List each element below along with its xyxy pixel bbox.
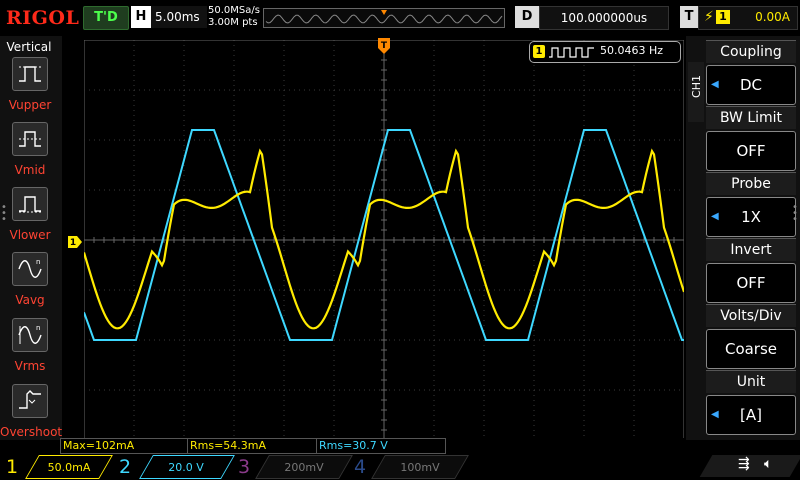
vupper-icon [19, 66, 41, 82]
vrms-label: Vrms [14, 359, 46, 373]
menu-value[interactable]: OFF [706, 263, 796, 303]
overshoot-icon [19, 390, 41, 409]
measurement-max[interactable]: Max=102mA [60, 438, 188, 454]
measurement-rms-ch2[interactable]: Rms=30.7 V [316, 438, 446, 454]
vupper-button[interactable] [12, 57, 48, 91]
select-arrow-icon: ◀ [711, 211, 719, 222]
usb-icon: ⇶ [738, 456, 750, 472]
vlower-label: Vlower [9, 228, 51, 242]
vavg-button[interactable]: n [12, 252, 48, 286]
svg-text:n: n [36, 324, 40, 332]
menu-value[interactable]: OFF [706, 131, 796, 171]
select-arrow-icon: ◀ [711, 79, 719, 90]
vupper-label: Vupper [8, 98, 52, 112]
channel-tab-label: CH1 [690, 75, 703, 98]
overshoot-label: Overshoot [0, 425, 63, 439]
vavg-label: Vavg [15, 293, 45, 307]
memory-depth: 3.00M pts [208, 17, 258, 28]
overshoot-button[interactable] [12, 384, 48, 418]
svg-text:1: 1 [70, 238, 76, 248]
ch3-scale[interactable]: 200mV [268, 459, 340, 477]
ch1-number[interactable]: 1 [6, 455, 18, 479]
right-page-dots: • • • [792, 202, 798, 225]
menu-title: BW Limit [706, 106, 796, 129]
mute-icon[interactable]: 🔈︎ [764, 456, 772, 472]
frequency-counter: 1 50.0463 Hz [529, 41, 681, 63]
vavg-icon: n [18, 258, 42, 278]
svg-text:n: n [36, 258, 40, 266]
delay-value[interactable]: 100.000000us [539, 6, 669, 30]
memory-position-bar[interactable] [263, 8, 505, 28]
trigger-source: 1 [716, 10, 730, 24]
trigger-status-badge: T'D [83, 6, 129, 30]
vlower-button[interactable] [12, 187, 48, 221]
measurement-rms-ch1[interactable]: Rms=54.3mA [187, 438, 317, 454]
counter-channel: 1 [533, 45, 545, 58]
counter-value: 50.0463 Hz [600, 44, 664, 57]
trigger-position-marker[interactable]: T [378, 38, 390, 56]
menu-title: Volts/Div [706, 304, 796, 327]
ch1-scale[interactable]: 50.0mA [36, 459, 102, 477]
ch2-number[interactable]: 2 [119, 455, 131, 479]
vmid-icon [19, 131, 41, 147]
vlower-icon [19, 196, 41, 213]
timebase-value[interactable]: 5.00ms [151, 6, 207, 28]
coupling-menu[interactable]: Coupling ◀ DC [706, 40, 796, 105]
square-wave-icon [549, 47, 594, 58]
menu-value[interactable]: ◀ DC [706, 65, 796, 105]
left-panel-title: Vertical [6, 40, 52, 54]
trigger-level: 0.00A [755, 10, 790, 24]
waveform-display[interactable] [82, 39, 686, 441]
unit-menu[interactable]: Unit ◀ [A] [706, 370, 796, 435]
menu-value[interactable]: ◀ [A] [706, 395, 796, 435]
volts-div-menu[interactable]: Volts/Div Coarse [706, 304, 796, 369]
sample-rate: 50.0MSa/s [208, 5, 260, 16]
menu-title: Unit [706, 370, 796, 393]
ch1-offset-marker[interactable]: 1 [68, 233, 82, 248]
ch2-scale[interactable]: 20.0 V [150, 459, 222, 477]
brand-logo: RIGOL [6, 7, 80, 29]
vrms-icon: n [18, 324, 42, 344]
ch4-scale[interactable]: 100mV [384, 459, 456, 477]
menu-value[interactable]: Coarse [706, 329, 796, 369]
menu-title: Probe [706, 172, 796, 195]
trigger-label: T [680, 6, 698, 28]
invert-menu[interactable]: Invert OFF [706, 238, 796, 303]
vmid-button[interactable] [12, 122, 48, 156]
delay-label: D [515, 6, 539, 28]
menu-value[interactable]: ◀ 1X [706, 197, 796, 237]
ch3-number[interactable]: 3 [238, 455, 250, 479]
bw-limit-menu[interactable]: BW Limit OFF [706, 106, 796, 171]
vmid-label: Vmid [14, 163, 46, 177]
menu-title: Coupling [706, 40, 796, 63]
select-arrow-icon: ◀ [711, 409, 719, 420]
horizontal-label: H [131, 6, 151, 28]
rising-edge-icon: ⚡ [704, 9, 714, 25]
menu-title: Invert [706, 238, 796, 261]
svg-text:T: T [381, 41, 388, 51]
left-page-dots: • • • [1, 202, 7, 225]
waveform-graticule [82, 39, 686, 441]
memory-waveform-icon [265, 10, 503, 24]
vrms-button[interactable]: n [12, 318, 48, 352]
ch4-number[interactable]: 4 [354, 455, 366, 479]
probe-menu[interactable]: Probe ◀ 1X [706, 172, 796, 237]
